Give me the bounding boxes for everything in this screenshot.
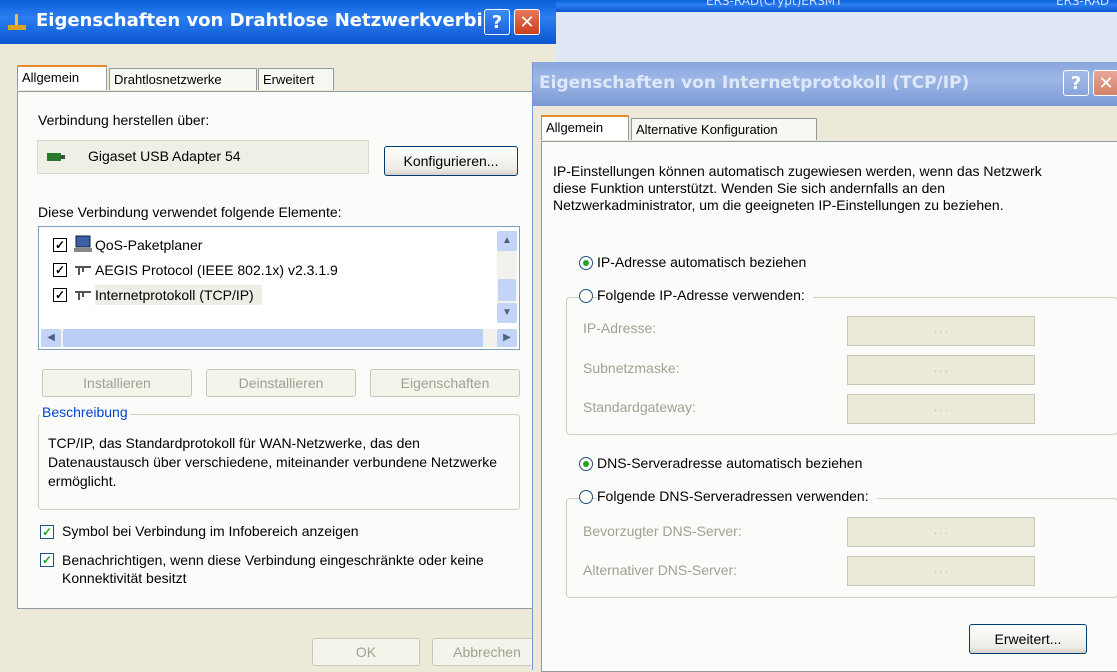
show-icon-checkbox[interactable]: ✓ [40, 525, 54, 539]
tab-drahtlosnetzwerke[interactable]: Drahtlosnetzwerke [109, 68, 257, 90]
ip-address-field[interactable]: . . . [847, 316, 1035, 346]
scroll-up-icon[interactable]: ▲ [497, 231, 517, 251]
manual-dns-label: Folgende DNS-Serveradressen verwenden: [597, 488, 877, 504]
scroll-left-icon[interactable]: ◀ [41, 329, 61, 347]
ok-button[interactable]: OK [312, 638, 420, 666]
close-icon[interactable]: ✕ [1093, 70, 1117, 96]
network-icon [6, 12, 28, 32]
checkbox-checked[interactable]: ✓ [53, 238, 67, 252]
gateway-field[interactable]: . . . [847, 394, 1035, 424]
protocol-icon [73, 287, 93, 303]
hscroll-thumb[interactable] [63, 329, 483, 347]
adapter-name: Gigaset USB Adapter 54 [88, 148, 241, 164]
scroll-right-icon[interactable]: ▶ [497, 329, 517, 347]
help-icon[interactable]: ? [484, 9, 510, 35]
connect-using-label: Verbindung herstellen über: [38, 112, 210, 128]
preferred-dns-label: Bevorzugter DNS-Server: [583, 523, 742, 539]
background-title-left: ERS-RAD(Crypt)ERSMT [706, 0, 843, 8]
right-window-title: Eigenschaften von Internetprotokoll (TCP… [539, 73, 970, 93]
description-title: Beschreibung [40, 404, 130, 420]
tab-allgemein[interactable]: Allgemein [541, 115, 629, 140]
alternate-dns-label: Alternativer DNS-Server: [583, 562, 738, 578]
list-item[interactable]: ✓ AEGIS Protocol (IEEE 802.1x) v2.3.1.9 [43, 260, 483, 282]
install-button[interactable]: Installieren [42, 369, 192, 397]
advanced-button[interactable]: Erweitert... [969, 624, 1087, 654]
subnet-field[interactable]: . . . [847, 355, 1035, 385]
list-item[interactable]: ✓ QoS-Paketplaner [43, 235, 483, 257]
notify-label: Benachrichtigen, wenn diese Verbindung e… [62, 552, 484, 586]
cancel-button[interactable]: Abbrechen [432, 638, 542, 666]
list-item-label: AEGIS Protocol (IEEE 802.1x) v2.3.1.9 [95, 262, 338, 278]
close-icon[interactable]: ✕ [514, 9, 540, 35]
qos-icon [73, 235, 93, 253]
gateway-label: Standardgateway: [583, 399, 696, 415]
properties-button[interactable]: Eigenschaften [370, 369, 520, 397]
subnet-label: Subnetzmaske: [583, 360, 680, 376]
auto-ip-radio[interactable] [579, 256, 593, 270]
left-window-titlebar[interactable]: Eigenschaften von Drahtlose Netzwerkverb… [0, 0, 556, 44]
intro-text: IP-Einstellungen können automatisch zuge… [553, 163, 1042, 213]
uninstall-button[interactable]: Deinstallieren [206, 369, 356, 397]
adapter-box: Gigaset USB Adapter 54 [37, 140, 369, 174]
manual-ip-label: Folgende IP-Adresse verwenden: [597, 287, 813, 303]
manual-ip-radio[interactable] [579, 289, 593, 303]
vertical-scrollbar[interactable]: ▲ ▼ [497, 231, 517, 323]
background-window-titlebar: ERS-RAD(Crypt)ERSMT ERS-RAD [556, 0, 1117, 12]
configure-button[interactable]: Konfigurieren... [384, 146, 518, 176]
background-title-right: ERS-RAD [1056, 0, 1110, 8]
list-item-label-selected: Internetprotokoll (TCP/IP) [95, 285, 262, 305]
tab-allgemein[interactable]: Allgemein [17, 65, 107, 90]
auto-dns-radio[interactable] [579, 457, 593, 471]
scroll-thumb[interactable] [498, 279, 516, 301]
right-window-titlebar[interactable]: Eigenschaften von Internetprotokoll (TCP… [533, 62, 1117, 106]
manual-dns-radio[interactable] [579, 490, 593, 504]
right-tabs: Allgemein Alternative Konfiguration [541, 115, 941, 142]
right-window: Eigenschaften von Internetprotokoll (TCP… [532, 62, 1117, 672]
left-tabs: Allgemein Drahtlosnetzwerke Erweitert [17, 65, 537, 92]
alternate-dns-field[interactable]: . . . [847, 556, 1035, 586]
horizontal-scrollbar[interactable]: ◀ ▶ [41, 329, 517, 347]
description-text: TCP/IP, das Standardprotokoll für WAN-Ne… [48, 435, 498, 489]
elements-list[interactable]: ✓ QoS-Paketplaner ✓ AEGIS Protocol (IEEE… [38, 226, 520, 350]
background-window-body [556, 12, 1117, 62]
auto-dns-label: DNS-Serveradresse automatisch beziehen [597, 455, 863, 471]
tab-erweitert[interactable]: Erweitert [258, 68, 334, 90]
show-icon-label: Symbol bei Verbindung im Infobereich anz… [62, 523, 359, 539]
left-window-title: Eigenschaften von Drahtlose Netzwerkverb… [36, 10, 504, 31]
checkbox-checked[interactable]: ✓ [53, 288, 67, 302]
elements-label: Diese Verbindung verwendet folgende Elem… [38, 204, 342, 220]
scroll-down-icon[interactable]: ▼ [497, 303, 517, 323]
adapter-icon [46, 150, 66, 164]
list-item[interactable]: ✓ Internetprotokoll (TCP/IP) [43, 285, 483, 307]
tab-alternative-konfiguration[interactable]: Alternative Konfiguration [631, 118, 817, 140]
auto-ip-label: IP-Adresse automatisch beziehen [597, 254, 807, 270]
help-icon[interactable]: ? [1063, 70, 1089, 96]
checkbox-checked[interactable]: ✓ [53, 263, 67, 277]
preferred-dns-field[interactable]: . . . [847, 517, 1035, 547]
list-item-label: QoS-Paketplaner [95, 237, 203, 253]
protocol-icon [73, 262, 93, 278]
notify-checkbox[interactable]: ✓ [40, 553, 54, 567]
ip-address-label: IP-Adresse: [583, 320, 657, 336]
